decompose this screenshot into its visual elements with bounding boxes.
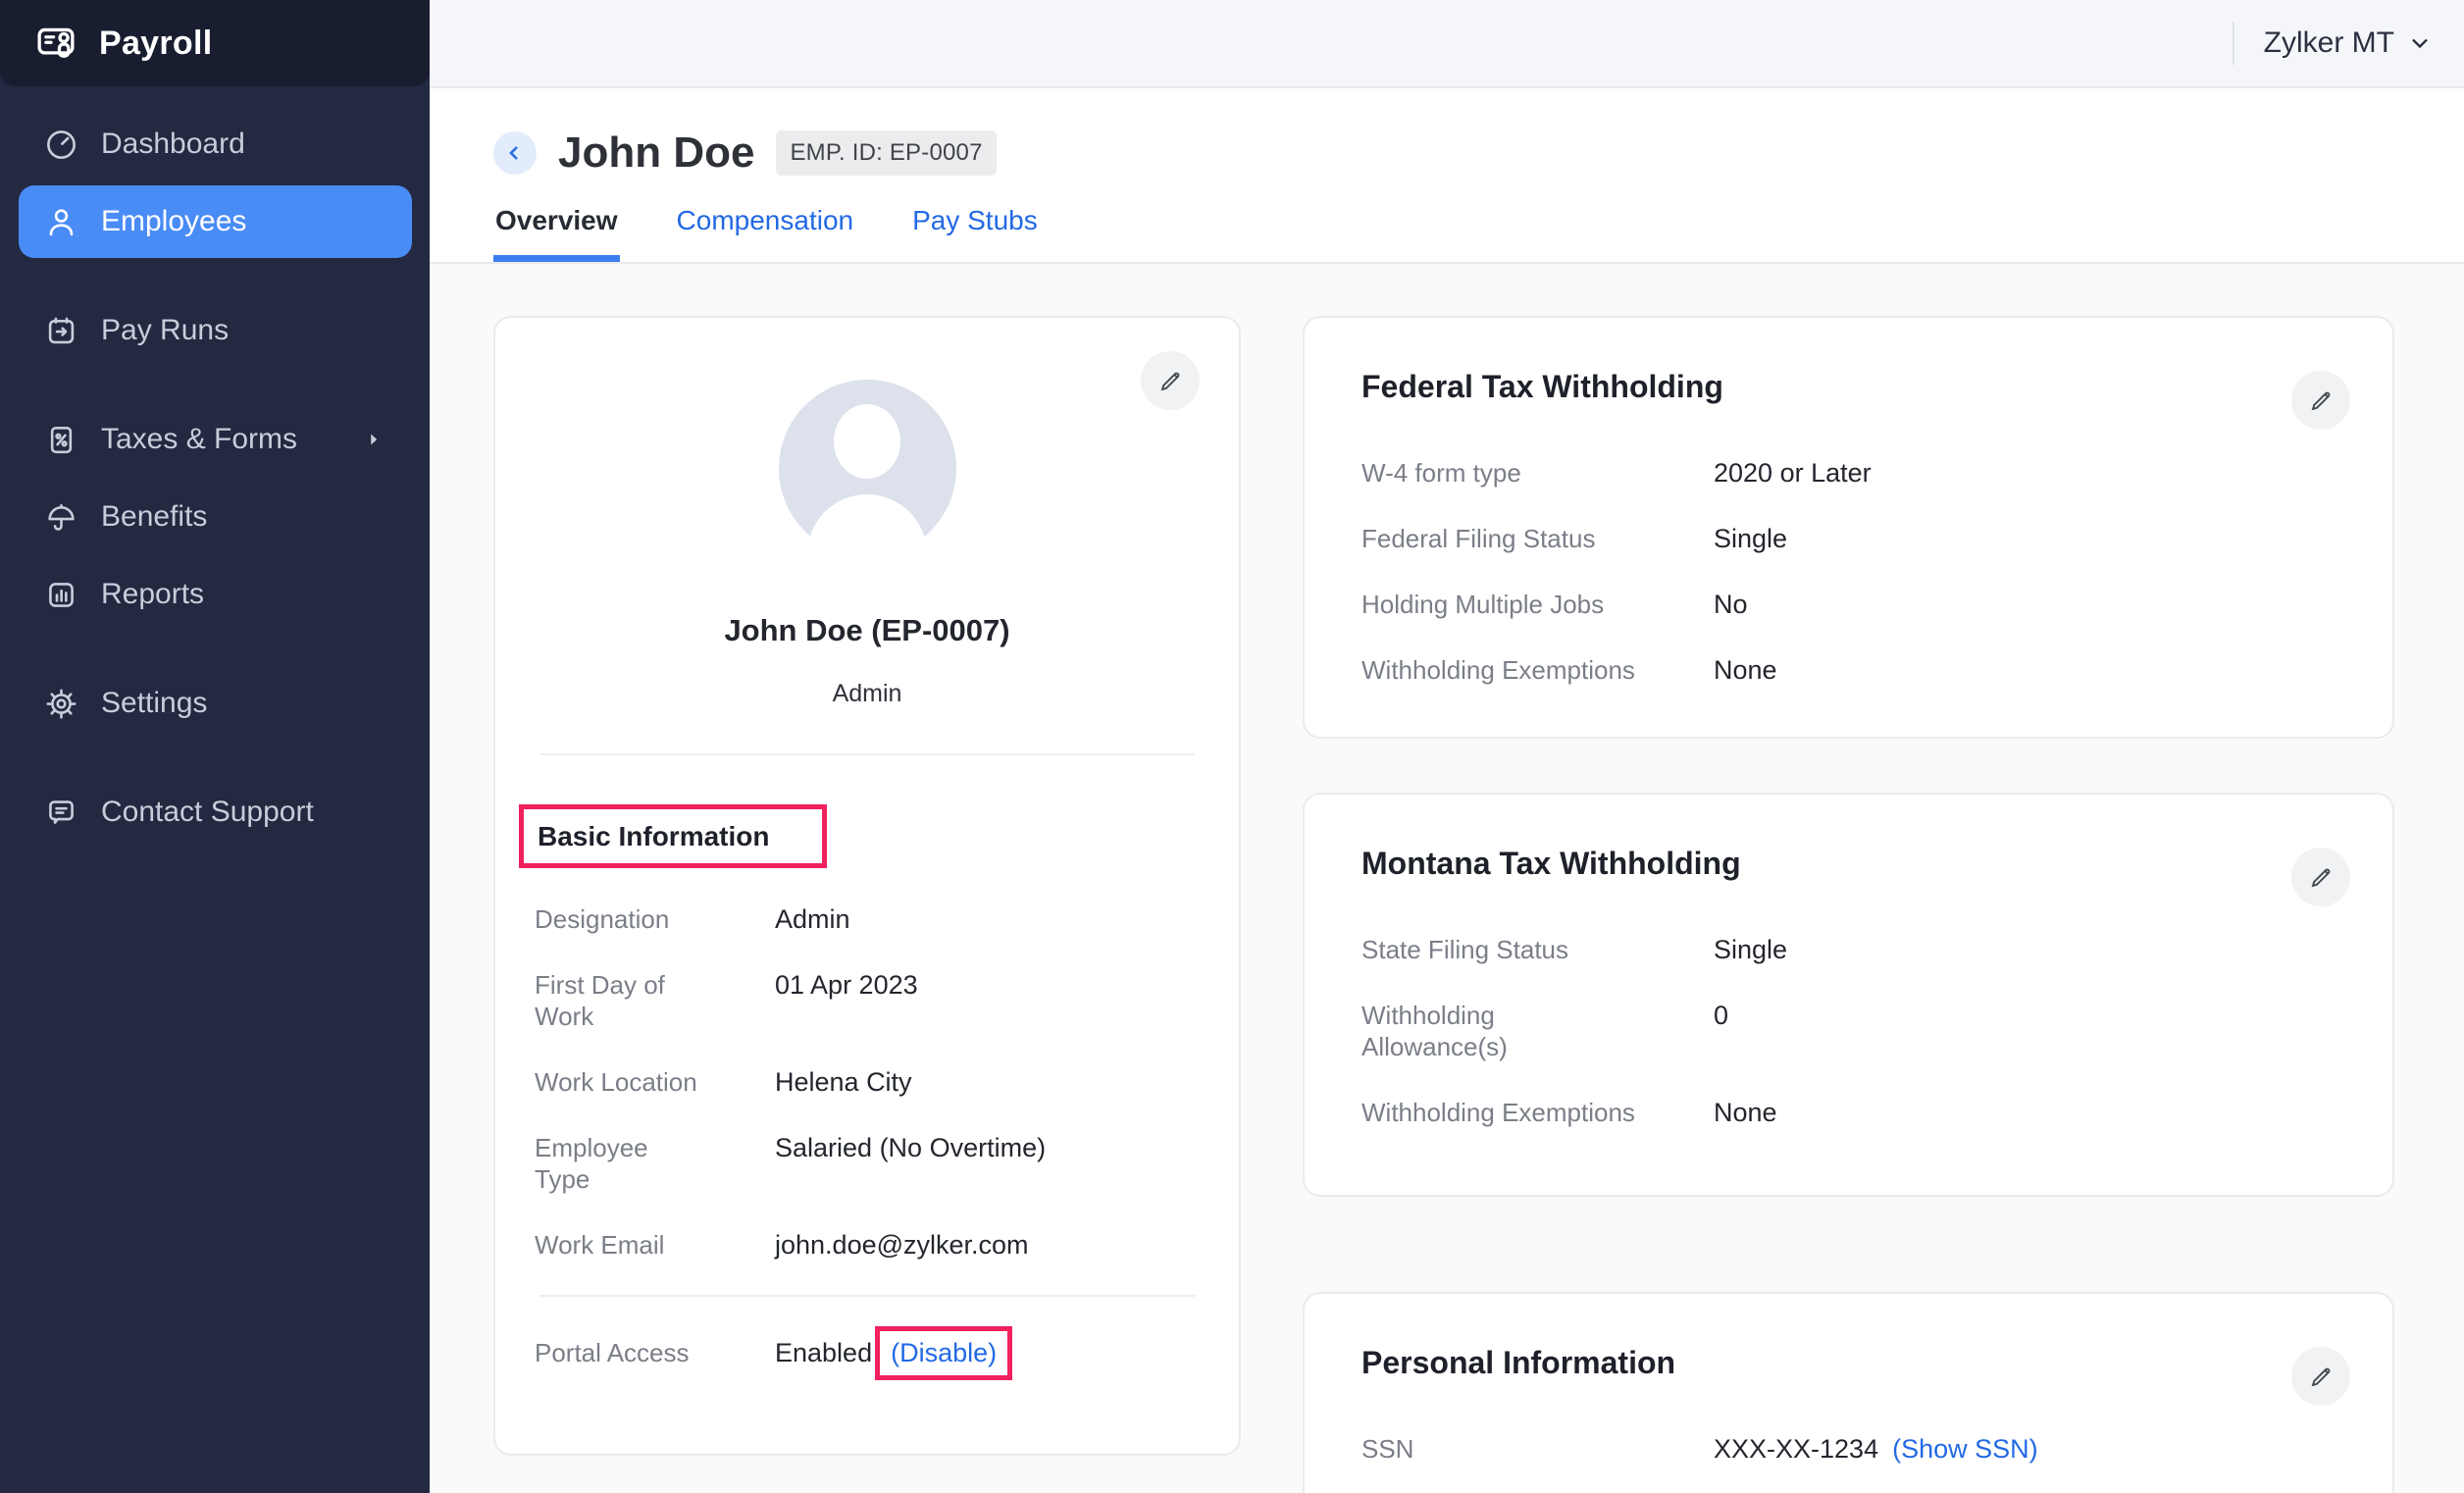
field-w4-form-type: W-4 form type 2020 or Later bbox=[1361, 457, 2336, 489]
sidebar-item-taxes-forms[interactable]: Taxes & Forms bbox=[19, 403, 412, 476]
field-first-day-of-work: First Day of Work 01 Apr 2023 bbox=[535, 969, 1239, 1032]
sidebar-item-employees[interactable]: Employees bbox=[19, 185, 412, 258]
settings-icon bbox=[44, 687, 78, 721]
portal-access-status: Enabled bbox=[775, 1338, 872, 1368]
org-name: Zylker MT bbox=[2264, 26, 2394, 60]
field-state-filing-status: State Filing Status Single bbox=[1361, 934, 2336, 965]
field-state-withholding-exemptions: Withholding Exemptions None bbox=[1361, 1097, 2336, 1128]
sidebar-item-dashboard[interactable]: Dashboard bbox=[19, 108, 412, 180]
show-ssn-link[interactable]: (Show SSN) bbox=[1892, 1433, 2038, 1465]
portal-access-label: Portal Access bbox=[535, 1338, 706, 1368]
edit-personal-information-button[interactable] bbox=[2291, 1347, 2350, 1406]
employees-icon bbox=[44, 205, 78, 239]
field-designation: Designation Admin bbox=[535, 903, 1239, 935]
montana-tax-title: Montana Tax Withholding bbox=[1361, 846, 2336, 882]
basic-information-annotation-box: Basic Information bbox=[519, 804, 827, 868]
field-withholding-allowances: Withholding Allowance(s) 0 bbox=[1361, 1000, 2336, 1062]
personal-information-card: Personal Information SSN XXX-XX-1234 (Sh… bbox=[1303, 1292, 2394, 1493]
field-ssn: SSN XXX-XX-1234 (Show SSN) bbox=[1361, 1433, 2336, 1465]
sidebar-item-reports[interactable]: Reports bbox=[19, 558, 412, 631]
federal-tax-withholding-card: Federal Tax Withholding W-4 form type 20… bbox=[1303, 316, 2394, 739]
basic-information-title: Basic Information bbox=[538, 821, 769, 852]
sidebar-item-settings[interactable]: Settings bbox=[19, 667, 412, 740]
page-header: John Doe EMP. ID: EP-0007 Overview Compe… bbox=[430, 88, 2464, 264]
pencil-icon bbox=[2308, 387, 2335, 414]
pencil-icon bbox=[2308, 1364, 2335, 1390]
pencil-icon bbox=[1157, 368, 1184, 394]
topbar: Zylker MT bbox=[430, 0, 2464, 88]
reports-icon bbox=[44, 578, 78, 612]
payroll-logo-icon bbox=[34, 22, 77, 65]
field-work-email: Work Email john.doe@zylker.com bbox=[535, 1229, 1239, 1261]
page-title: John Doe bbox=[558, 129, 754, 178]
portal-access-row: Portal Access Enabled (Disable) bbox=[535, 1326, 1239, 1380]
personal-information-title: Personal Information bbox=[1361, 1345, 2336, 1381]
divider bbox=[539, 1295, 1195, 1297]
taxes-forms-icon bbox=[44, 423, 78, 457]
field-holding-multiple-jobs: Holding Multiple Jobs No bbox=[1361, 589, 2336, 620]
tab-pay-stubs[interactable]: Pay Stubs bbox=[910, 193, 1040, 262]
basic-information-fields: Designation Admin First Day of Work 01 A… bbox=[495, 868, 1239, 1261]
app-logo-bar: Payroll bbox=[0, 0, 430, 86]
field-employee-type: Employee Type Salaried (No Overtime) bbox=[535, 1132, 1239, 1195]
dashboard-icon bbox=[44, 128, 78, 162]
content: John Doe (EP-0007) Admin Basic Informati… bbox=[430, 264, 2464, 1493]
sidebar-item-benefits[interactable]: Benefits bbox=[19, 481, 412, 553]
chevron-right-icon bbox=[363, 429, 385, 450]
tab-bar: Overview Compensation Pay Stubs bbox=[493, 193, 2464, 262]
federal-tax-title: Federal Tax Withholding bbox=[1361, 369, 2336, 405]
back-button[interactable] bbox=[493, 131, 537, 175]
main-area: Zylker MT John Doe EMP. ID: EP-0007 Over… bbox=[430, 0, 2464, 1493]
right-column: Federal Tax Withholding W-4 form type 20… bbox=[1303, 316, 2394, 1493]
tab-compensation[interactable]: Compensation bbox=[675, 193, 856, 262]
disable-portal-link[interactable]: (Disable) bbox=[891, 1338, 997, 1367]
edit-federal-tax-button[interactable] bbox=[2291, 371, 2350, 430]
pay-runs-icon bbox=[44, 314, 78, 348]
employee-role: Admin bbox=[495, 680, 1239, 708]
org-switcher[interactable]: Zylker MT bbox=[2264, 26, 2434, 60]
app-title: Payroll bbox=[99, 25, 213, 63]
divider bbox=[539, 753, 1195, 755]
field-federal-withholding-exemptions: Withholding Exemptions None bbox=[1361, 654, 2336, 686]
ssn-value: XXX-XX-1234 bbox=[1714, 1433, 1878, 1465]
edit-profile-button[interactable] bbox=[1141, 351, 1200, 410]
sidebar-item-pay-runs[interactable]: Pay Runs bbox=[19, 294, 412, 367]
sidebar: Payroll Dashboard Employees Pay Runs bbox=[0, 0, 430, 1493]
edit-montana-tax-button[interactable] bbox=[2291, 848, 2350, 906]
field-federal-filing-status: Federal Filing Status Single bbox=[1361, 523, 2336, 554]
tab-overview[interactable]: Overview bbox=[493, 193, 620, 262]
chevron-down-icon bbox=[2406, 29, 2434, 57]
employee-id-badge: EMP. ID: EP-0007 bbox=[776, 130, 996, 176]
pencil-icon bbox=[2308, 864, 2335, 891]
topbar-divider bbox=[2233, 22, 2234, 65]
employee-name: John Doe (EP-0007) bbox=[495, 613, 1239, 648]
field-work-location: Work Location Helena City bbox=[535, 1066, 1239, 1098]
sidebar-nav: Dashboard Employees Pay Runs Taxes & For… bbox=[0, 86, 430, 853]
contact-support-icon bbox=[44, 796, 78, 830]
sidebar-item-contact-support[interactable]: Contact Support bbox=[19, 776, 412, 849]
disable-annotation-box: (Disable) bbox=[875, 1326, 1012, 1380]
benefits-icon bbox=[44, 500, 78, 535]
avatar bbox=[779, 380, 956, 557]
chevron-left-icon bbox=[503, 141, 527, 165]
employee-profile-card: John Doe (EP-0007) Admin Basic Informati… bbox=[493, 316, 1241, 1456]
montana-tax-withholding-card: Montana Tax Withholding State Filing Sta… bbox=[1303, 793, 2394, 1197]
